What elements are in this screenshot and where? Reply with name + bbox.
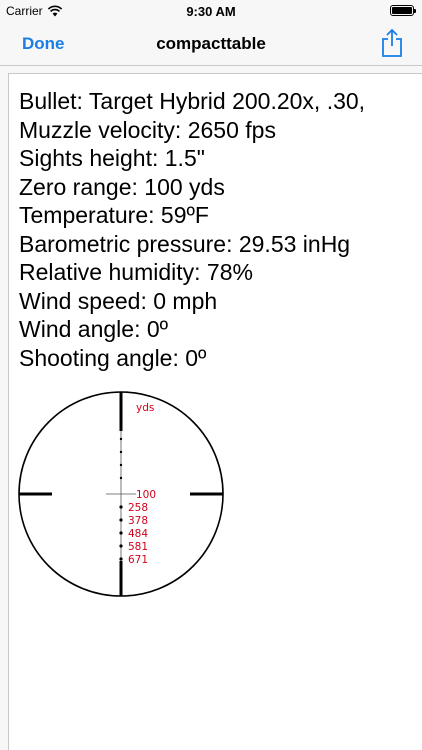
bullet-line: Bullet: Target Hybrid 200.20x, .30, <box>19 88 366 114</box>
battery-icon <box>390 5 416 16</box>
battery-fill <box>392 7 412 14</box>
share-icon[interactable] <box>380 28 404 58</box>
muzzle-velocity-line: Muzzle velocity: 2650 fps <box>19 116 276 143</box>
wind-speed-line: Wind speed: 0 mph <box>19 287 218 314</box>
navigation-bar: Done compacttable <box>0 22 422 66</box>
reticle-zero-label: 100 <box>136 489 156 501</box>
relative-humidity-line: Relative humidity: 78% <box>19 259 253 285</box>
page-title: compacttable <box>156 34 266 53</box>
status-time: 9:30 AM <box>186 4 236 19</box>
reticle-range-label: 378 <box>128 515 148 527</box>
scope-reticle: yds 100 258 378 484 581 671 <box>18 391 224 597</box>
zero-range-line: Zero range: 100 yds <box>19 173 225 200</box>
reticle-range-label: 581 <box>128 541 148 553</box>
info-list: Bullet: Target Hybrid 200.20x, .30, Muzz… <box>19 87 365 372</box>
wind-angle-line: Wind angle: 0º <box>19 316 169 342</box>
reticle-range-label: 671 <box>128 554 148 566</box>
status-bar: Carrier 9:30 AM <box>0 0 422 22</box>
reticle-range-label: 258 <box>128 502 148 514</box>
table-content: Bullet: Target Hybrid 200.20x, .30, Muzz… <box>8 73 422 750</box>
barometric-pressure-line: Barometric pressure: 29.53 inHg <box>19 230 351 257</box>
shooting-angle-line: Shooting angle: 0º <box>19 344 207 371</box>
reticle-range-label: 484 <box>128 528 148 540</box>
temperature-line: Temperature: 59ºF <box>19 202 209 228</box>
reticle-unit-label: yds <box>136 402 154 414</box>
sights-height-line: Sights height: 1.5" <box>19 145 205 171</box>
